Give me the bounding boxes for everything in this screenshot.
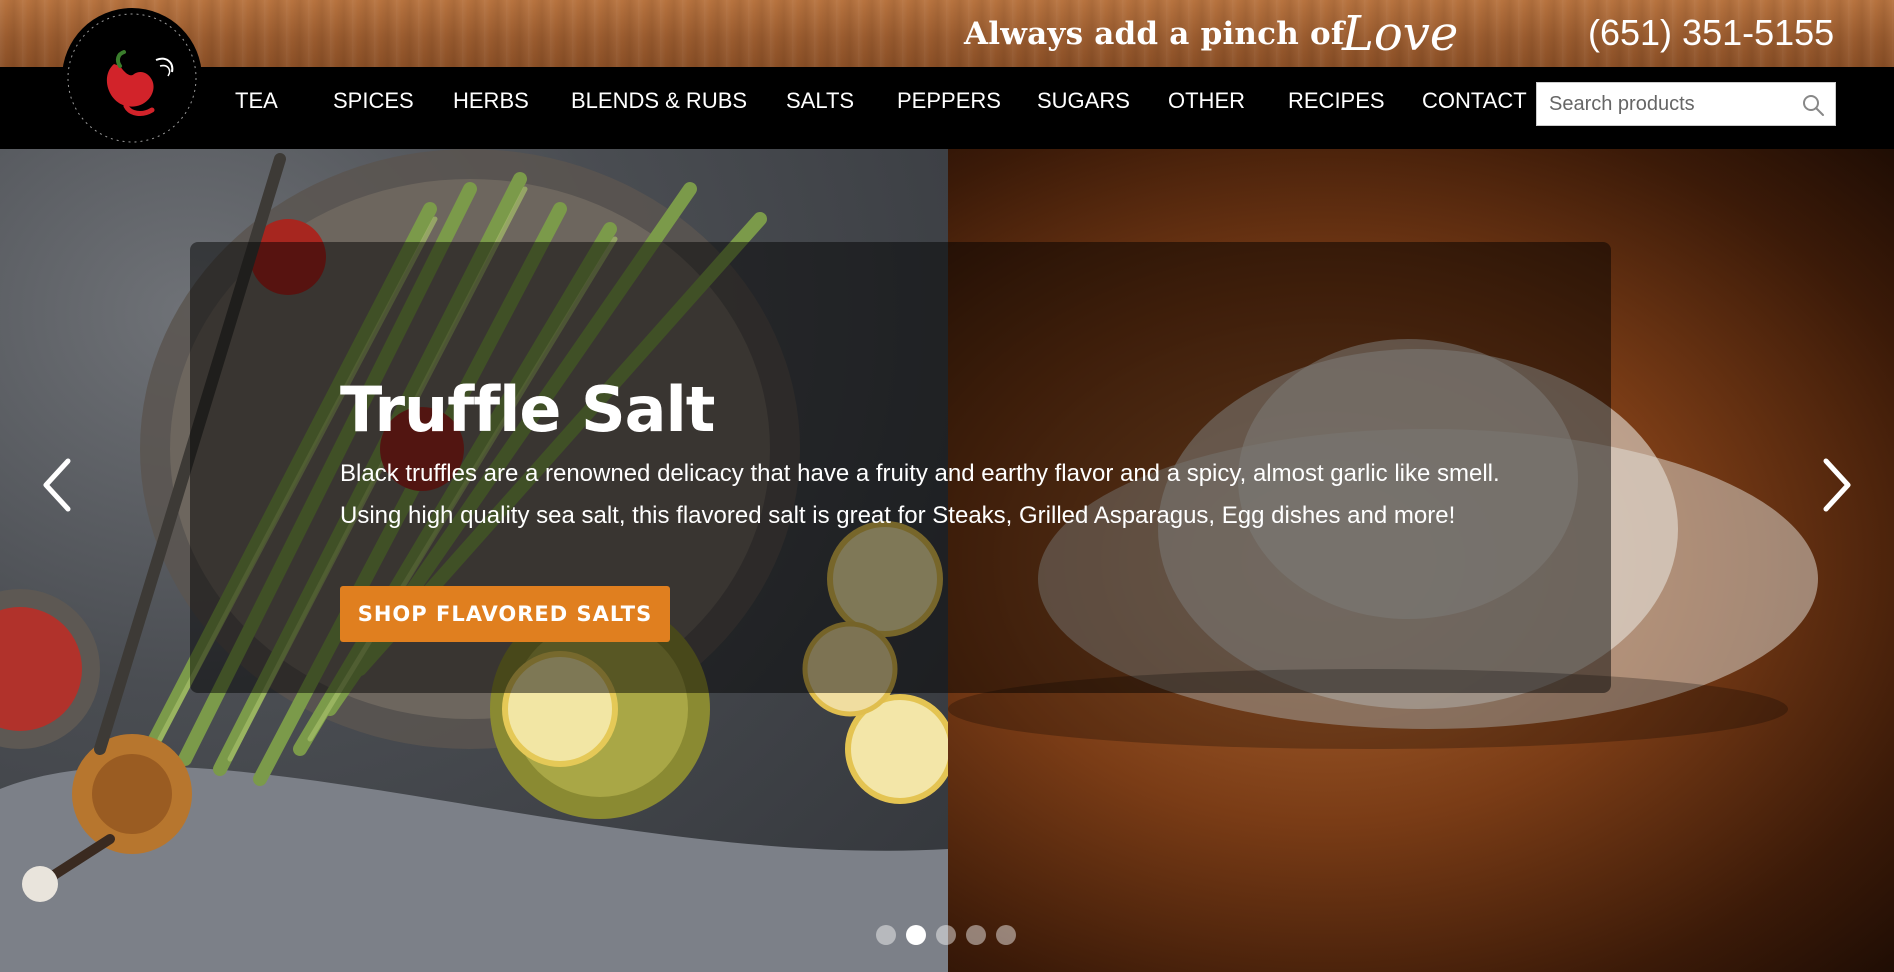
carousel-dot-4[interactable] [966, 925, 986, 945]
logo[interactable] [60, 6, 204, 150]
page: Always add a pinch of Love (651) 351-515… [0, 0, 1894, 972]
search-box [1536, 82, 1836, 126]
nav-item-recipes[interactable]: RECIPES [1288, 87, 1385, 116]
nav-item-tea[interactable]: TEA [235, 87, 278, 116]
carousel-dot-3[interactable] [936, 925, 956, 945]
shop-flavored-salts-button[interactable]: SHOP FLAVORED SALTS [340, 586, 670, 642]
chevron-left-icon[interactable] [38, 455, 78, 515]
tagline: Always add a pinch of [964, 16, 1345, 52]
nav-item-other[interactable]: OTHER [1168, 87, 1245, 116]
chevron-right-icon[interactable] [1816, 455, 1856, 515]
carousel-dot-5[interactable] [996, 925, 1016, 945]
nav-item-sugars[interactable]: SUGARS [1037, 87, 1130, 116]
hero-carousel: Truffle Salt Black truffles are a renown… [0, 149, 1894, 972]
nav-item-blends-rubs[interactable]: BLENDS & RUBS [571, 87, 747, 116]
nav-item-contact[interactable]: CONTACT [1422, 87, 1527, 116]
carousel-dot-1[interactable] [876, 925, 896, 945]
nav-item-herbs[interactable]: HERBS [453, 87, 529, 116]
search-input[interactable] [1537, 83, 1811, 125]
hero-title: Truffle Salt [340, 372, 715, 446]
carousel-dot-2[interactable] [906, 925, 926, 945]
nav-item-salts[interactable]: SALTS [786, 87, 854, 116]
search-icon[interactable] [1801, 93, 1825, 117]
nav-item-peppers[interactable]: PEPPERS [897, 87, 1001, 116]
nav-item-spices[interactable]: SPICES [333, 87, 414, 116]
tagline-emphasis: Love [1342, 6, 1459, 62]
phone-number[interactable]: (651) 351-5155 [1588, 12, 1834, 54]
header-topbar: Always add a pinch of Love (651) 351-515… [0, 0, 1894, 67]
hero-description: Black truffles are a renowned delicacy t… [340, 460, 1500, 529]
